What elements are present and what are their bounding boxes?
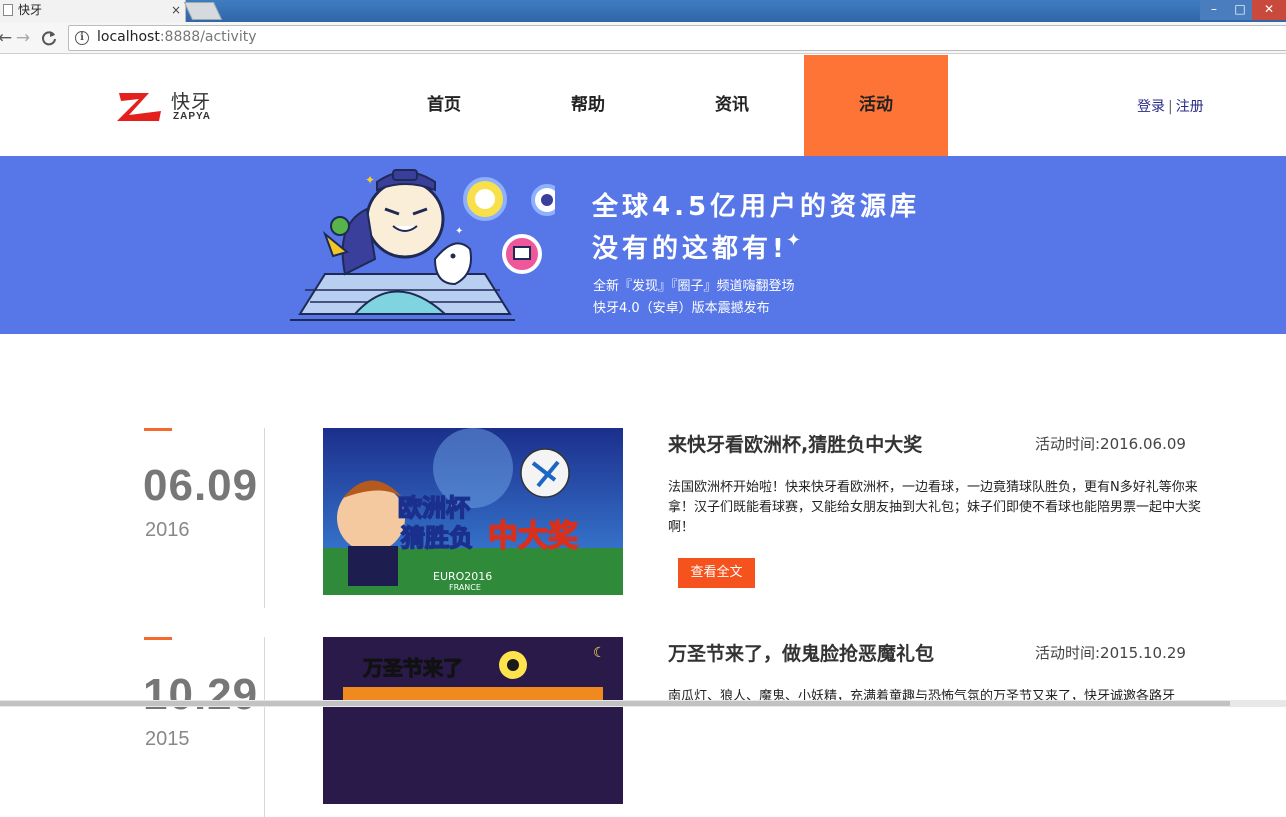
banner-subline-2: 快牙4.0（安卓）版本震撼发布 xyxy=(593,301,770,316)
window-maximize-button[interactable]: □ xyxy=(1228,0,1252,20)
site-header: 快牙 ZAPYA 首页 帮助 资讯 活动 登录 | 注册 xyxy=(0,55,1286,156)
horizontal-scrollbar[interactable] xyxy=(0,700,1286,707)
halloween-image: ☾ 万圣节来了 xyxy=(323,637,623,804)
date-divider xyxy=(264,637,265,817)
activity-title[interactable]: 万圣节来了，做鬼脸抢恶魔礼包 xyxy=(668,639,934,666)
browser-tab-strip: 快牙 × – □ ✕ xyxy=(0,0,1286,22)
date-divider xyxy=(264,428,265,608)
browser-tab[interactable]: 快牙 × xyxy=(0,0,186,22)
activity-time: 活动时间:2015.10.29 xyxy=(1035,644,1186,662)
main-nav: 首页 帮助 资讯 活动 xyxy=(372,55,948,156)
sparkle-icon: ✦ xyxy=(786,230,802,251)
page-icon xyxy=(3,4,13,16)
thumb-text-3: 中大奖 xyxy=(488,519,578,554)
thumb-sub: FRANCE xyxy=(449,583,481,592)
activity-date-year: 2015 xyxy=(145,728,190,750)
banner-mascot-illustration: ✦ ✦ xyxy=(290,169,555,321)
activity-description: 法国欧洲杯开始啦！快来快牙看欧洲杯，一边看球，一边竟猜球队胜负，更有N多好礼等你… xyxy=(668,480,1202,535)
new-tab-button[interactable] xyxy=(183,2,223,20)
read-more-button[interactable]: 查看全文 xyxy=(678,558,755,588)
svg-text:☾: ☾ xyxy=(593,645,606,661)
zapya-z-icon xyxy=(117,93,161,121)
activity-title[interactable]: 来快牙看欧洲杯,猜胜负中大奖 xyxy=(668,430,922,457)
activity-date-year: 2016 xyxy=(145,519,190,541)
promo-banner[interactable]: ✦ ✦ 全球4.5亿用户的资源库 没有的这都有! ✦ 全新『发现』『圈子』频道嗨… xyxy=(0,156,1286,334)
register-link[interactable]: 注册 xyxy=(1176,99,1204,115)
tab-close-icon[interactable]: × xyxy=(171,0,181,20)
scrollbar-thumb[interactable] xyxy=(0,701,1230,706)
url-host: localhost xyxy=(97,29,160,45)
login-link[interactable]: 登录 xyxy=(1137,99,1165,115)
activity-item: 10.29 2015 ☾ 万圣节来了 万圣节来了，做鬼脸抢恶魔礼包 活动时间:2… xyxy=(0,637,1286,817)
activity-thumbnail-halloween[interactable]: ☾ 万圣节来了 xyxy=(323,637,623,804)
activity-item: 06.09 2016 欧洲杯 猜胜负 中大奖 EURO2016 FRANCE 来… xyxy=(0,428,1286,608)
url-input[interactable]: i localhost:8888/activity xyxy=(68,25,1286,51)
euro-cup-image: 欧洲杯 猜胜负 中大奖 EURO2016 FRANCE xyxy=(323,428,623,595)
url-path: :8888/activity xyxy=(159,29,257,45)
forward-arrow-icon[interactable]: → xyxy=(12,27,34,49)
svg-text:✦: ✦ xyxy=(365,173,375,187)
date-accent-bar xyxy=(144,428,172,431)
url-text: localhost:8888/activity xyxy=(97,29,257,45)
auth-links: 登录 | 注册 xyxy=(1137,96,1204,116)
thumb-text-1: 欧洲杯 xyxy=(398,494,470,522)
window-minimize-button[interactable]: – xyxy=(1200,0,1228,20)
nav-item-home[interactable]: 首页 xyxy=(372,55,516,156)
banner-headline-1: 全球4.5亿用户的资源库 xyxy=(592,192,921,222)
activity-thumbnail-euro[interactable]: 欧洲杯 猜胜负 中大奖 EURO2016 FRANCE xyxy=(323,428,623,595)
window-close-button[interactable]: ✕ xyxy=(1252,0,1286,20)
nav-item-activity[interactable]: 活动 xyxy=(804,55,948,156)
activity-date-day: 10.29 xyxy=(143,670,259,719)
banner-subline-1: 全新『发现』『圈子』频道嗨翻登场 xyxy=(593,279,795,294)
thumb-logo: EURO2016 xyxy=(433,570,492,583)
activity-date-day: 06.09 xyxy=(143,461,259,510)
zapya-logo[interactable]: 快牙 ZAPYA xyxy=(115,87,225,127)
nav-item-news[interactable]: 资讯 xyxy=(660,55,804,156)
nav-item-help[interactable]: 帮助 xyxy=(516,55,660,156)
date-accent-bar xyxy=(144,637,172,640)
thumb-text-1: 万圣节来了 xyxy=(362,656,463,680)
auth-separator: | xyxy=(1168,99,1173,115)
banner-headline-2: 没有的这都有! xyxy=(592,234,788,264)
logo-english: ZAPYA xyxy=(173,111,211,122)
thumb-text-2: 猜胜负 xyxy=(400,524,473,552)
site-info-icon[interactable]: i xyxy=(75,31,89,45)
svg-text:✦: ✦ xyxy=(455,226,463,237)
address-bar-row: ← → i localhost:8888/activity xyxy=(0,22,1286,54)
reload-icon[interactable] xyxy=(38,27,60,49)
tab-title: 快牙 xyxy=(18,3,43,17)
activity-time: 活动时间:2016.06.09 xyxy=(1035,435,1186,453)
logo-chinese: 快牙 xyxy=(171,91,212,113)
